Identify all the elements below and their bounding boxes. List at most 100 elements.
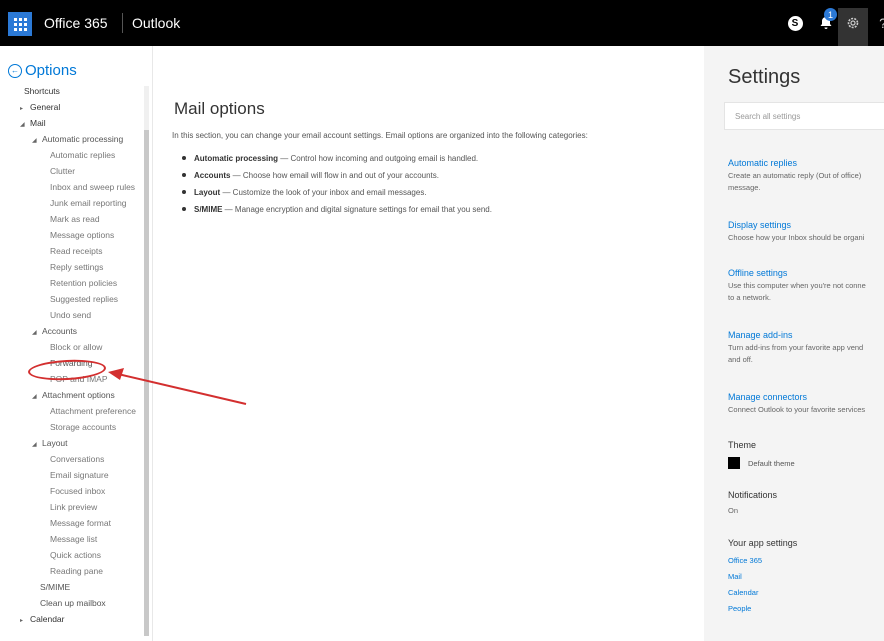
nav-item-label: Block or allow [50,342,103,352]
caret-down-icon: ◢ [20,122,25,128]
nav-item-block-or-allow[interactable]: Block or allow [0,339,145,355]
skype-button[interactable]: S [784,12,806,34]
nav-item-label: Junk email reporting [50,198,127,208]
category-description: — Manage encryption and digital signatur… [222,205,492,214]
nav-item-general[interactable]: ▸ General [0,99,145,115]
notifications-heading: Notifications [728,490,778,500]
nav-item-retention-policies[interactable]: Retention policies [0,275,145,291]
category-item: S/MIME — Manage encryption and digital s… [182,201,492,218]
theme-swatch[interactable] [728,457,740,469]
nav-item-conversations[interactable]: Conversations [0,451,145,467]
nav-item-label: Retention policies [50,278,118,288]
app-launcher-button[interactable] [8,12,32,36]
nav-item-accounts[interactable]: ◢ Accounts [0,323,145,339]
automatic-replies-desc: Create an automatic reply (Out of office… [728,171,862,180]
back-arrow-icon: ← [8,63,22,78]
app-link-calendar[interactable]: Calendar [728,588,758,597]
nav-scrollbar[interactable] [144,86,149,636]
nav-item-label: Email signature [50,470,109,480]
app-name[interactable]: Outlook [132,15,180,31]
settings-button[interactable] [842,12,864,34]
nav-item-focused-inbox[interactable]: Focused inbox [0,483,145,499]
nav-item-message-format[interactable]: Message format [0,515,145,531]
theme-label[interactable]: Default theme [748,459,795,468]
nav-item-label: Message format [50,518,111,528]
nav-item-label: Link preview [50,502,98,512]
category-item: Layout — Customize the look of your inbo… [182,184,492,201]
manage-connectors-link[interactable]: Manage connectors [728,392,807,402]
category-list: Automatic processing — Control how incom… [182,150,492,218]
nav-item-link-preview[interactable]: Link preview [0,499,145,515]
nav-item-mail[interactable]: ◢ Mail [0,115,145,131]
caret-right-icon: ▸ [20,618,24,624]
nav-item-automatic-processing[interactable]: ◢ Automatic processing [0,131,145,147]
nav-item-layout[interactable]: ◢ Layout [0,435,145,451]
nav-item-automatic-replies[interactable]: Automatic replies [0,147,145,163]
nav-item-suggested-replies[interactable]: Suggested replies [0,291,145,307]
category-item: Accounts — Choose how email will flow in… [182,167,492,184]
nav-item-label: Reading pane [50,566,103,576]
nav-item-label: Calendar [30,614,65,624]
manage-connectors-desc: Connect Outlook to your favorite service… [728,405,866,414]
nav-item-mark-as-read[interactable]: Mark as read [0,211,145,227]
nav-item-label: Layout [42,438,68,448]
nav-item-inbox-and-sweep-rules[interactable]: Inbox and sweep rules [0,179,145,195]
notifications-value[interactable]: On [728,505,738,516]
theme-heading: Theme [728,440,757,450]
annotation-arrow [108,368,247,405]
nav-item-storage-accounts[interactable]: Storage accounts [0,419,145,435]
notifications-button[interactable]: 1 [815,8,837,34]
caret-down-icon: ◢ [32,330,37,336]
manage-addins-desc: Turn add-ins from your favorite app vend [728,343,864,352]
nav-item-label: Shortcuts [24,86,60,96]
nav-item-calendar[interactable]: ▸ Calendar [0,611,145,627]
nav-item-reply-settings[interactable]: Reply settings [0,259,145,275]
nav-item-label: Suggested replies [50,294,119,304]
nav-item-label: Storage accounts [50,422,117,432]
app-link-office365[interactable]: Office 365 [728,556,762,565]
display-settings-desc: Choose how your Inbox should be organi [728,233,865,242]
nav-item-label: Automatic replies [50,150,116,160]
app-settings-heading: Your app settings [728,538,798,548]
nav-item-label: Quick actions [50,550,102,560]
gear-icon [847,17,859,29]
nav-item-message-options[interactable]: Message options [0,227,145,243]
nav-item-label: Mail [30,118,46,128]
nav-item-label: Conversations [50,454,105,464]
category-item: Automatic processing — Control how incom… [182,150,492,167]
nav-item-quick-actions[interactable]: Quick actions [0,547,145,563]
nav-item-s-mime[interactable]: S/MIME [0,579,145,595]
nav-item-reading-pane[interactable]: Reading pane [0,563,145,579]
nav-item-undo-send[interactable]: Undo send [0,307,145,323]
settings-title: Settings [728,66,801,88]
options-back-link[interactable]: ← Options [8,62,77,79]
skype-icon: S [787,15,803,31]
settings-search-input[interactable]: Search all settings [724,102,884,130]
nav-item-junk-email-reporting[interactable]: Junk email reporting [0,195,145,211]
nav-item-clutter[interactable]: Clutter [0,163,145,179]
brand-name[interactable]: Office 365 [44,15,108,31]
page-title: Mail options [174,99,265,119]
nav-item-label: Message list [50,534,98,544]
automatic-replies-link[interactable]: Automatic replies [728,158,797,168]
options-nav-tree: Shortcuts ▸ General ◢ Mail ◢ Automatic process… [0,83,145,627]
nav-item-label: Undo send [50,310,92,320]
app-link-mail[interactable]: Mail [728,572,742,581]
category-name: Automatic processing [194,154,279,163]
nav-item-email-signature[interactable]: Email signature [0,467,145,483]
nav-item-read-receipts[interactable]: Read receipts [0,243,145,259]
display-settings-link[interactable]: Display settings [728,220,791,230]
offline-settings-desc: Use this computer when you're not conne [728,281,866,290]
category-name: Layout [194,188,221,197]
caret-down-icon: ◢ [32,442,37,448]
nav-item-message-list[interactable]: Message list [0,531,145,547]
nav-item-label: Clean up mailbox [40,598,106,608]
nav-item-shortcuts[interactable]: Shortcuts [0,83,145,99]
app-link-people[interactable]: People [728,604,751,613]
help-button[interactable]: ? [872,12,884,34]
nav-item-label: Message options [50,230,115,240]
offline-settings-link[interactable]: Offline settings [728,268,787,278]
nav-item-clean-up-mailbox[interactable]: Clean up mailbox [0,595,145,611]
category-description: — Choose how email will flow in and out … [230,171,439,180]
manage-addins-link[interactable]: Manage add-ins [728,330,793,340]
